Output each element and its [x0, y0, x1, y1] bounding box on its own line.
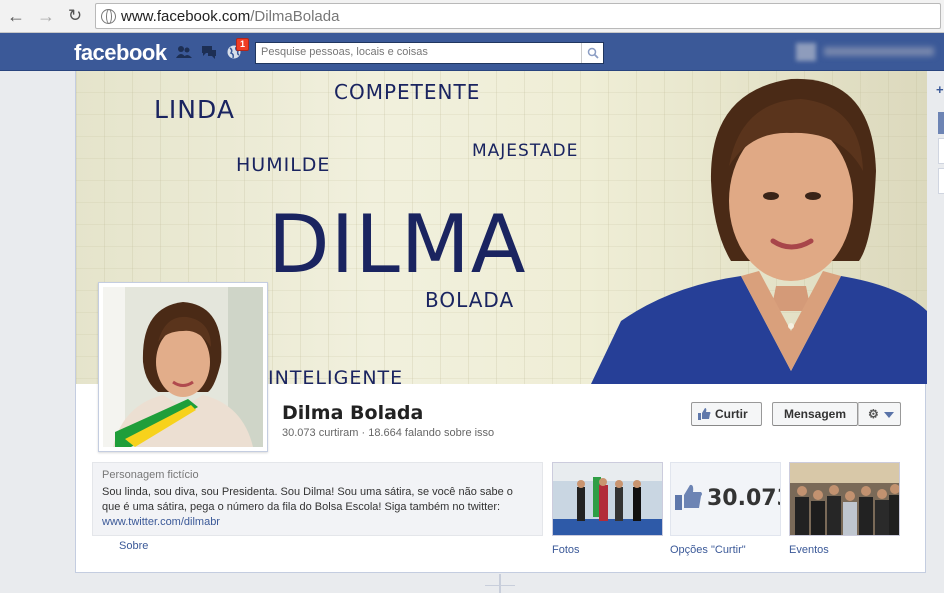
about-box: Personagem fictício Sou linda, sou diva,…: [92, 462, 543, 536]
photos-tile[interactable]: [552, 462, 663, 536]
cover-word-majestade: MAJESTADE: [472, 141, 579, 161]
profile-picture[interactable]: [98, 282, 268, 452]
search-input[interactable]: [261, 46, 581, 58]
search-button[interactable]: [581, 43, 603, 63]
page-stats: 30.073 curtiram · 18.664 falando sobre i…: [282, 427, 495, 439]
gear-icon: ⚙: [868, 407, 879, 421]
thumbs-up-icon: [698, 408, 711, 420]
thumbs-up-icon: [675, 484, 702, 510]
cover-word-linda: LINDA: [154, 95, 235, 124]
cover-word-bolada: BOLADA: [425, 288, 515, 312]
likes-tile[interactable]: 30.073: [670, 462, 781, 536]
browser-toolbar: ← → ↻ www.facebook.com/DilmaBolada: [0, 0, 944, 33]
about-description: Sou linda, sou diva, sou Presidenta. Sou…: [102, 486, 513, 513]
events-thumbnail: [790, 463, 899, 535]
like-button[interactable]: Curtir: [691, 402, 762, 426]
cover-portrait-image: [591, 78, 927, 384]
page-timeline: LINDA COMPETENTE HUMILDE MAJESTADE DILMA…: [75, 71, 927, 573]
avatar: [796, 43, 816, 61]
chevron-down-icon: [884, 412, 894, 418]
photos-thumbnail: [553, 463, 662, 535]
user-name-blurred: [824, 47, 934, 56]
notification-badge[interactable]: 1: [236, 38, 250, 51]
url-text: www.facebook.com/DilmaBolada: [121, 8, 339, 25]
cover-word-humilde: HUMILDE: [236, 154, 331, 176]
like-button-label: Curtir: [715, 407, 748, 421]
profile-photo-image: [103, 287, 263, 447]
url-domain: www.facebook.com: [121, 8, 251, 25]
facebook-logo[interactable]: facebook: [74, 40, 167, 66]
url-path: /DilmaBolada: [250, 8, 340, 25]
search-box: [255, 42, 604, 64]
reload-icon[interactable]: ↻: [65, 6, 85, 26]
back-arrow-icon[interactable]: ←: [6, 6, 26, 26]
cover-word-inteligente: INTELIGENTE: [268, 367, 404, 384]
facebook-header: facebook 1: [0, 33, 944, 71]
message-button[interactable]: Mensagem: [772, 402, 858, 426]
sidebar-tab-active[interactable]: [938, 112, 944, 134]
cover-word-dilma: DILMA: [268, 198, 527, 291]
cover-word-competente: COMPETENTE: [334, 80, 481, 104]
address-bar[interactable]: www.facebook.com/DilmaBolada: [95, 3, 941, 29]
sidebar-tab[interactable]: [938, 138, 944, 164]
settings-dropdown-button[interactable]: ⚙: [858, 402, 901, 426]
add-icon[interactable]: +: [936, 82, 944, 97]
events-tile[interactable]: [789, 462, 900, 536]
likes-options-label[interactable]: Opções "Curtir": [670, 544, 746, 556]
timeline-spine: [499, 574, 501, 593]
sidebar-tab[interactable]: [938, 168, 944, 194]
right-sidebar-edge: +: [936, 82, 944, 212]
messages-icon[interactable]: [201, 45, 217, 59]
forward-arrow-icon[interactable]: →: [36, 6, 56, 26]
page-category: Personagem fictício: [102, 469, 199, 481]
search-icon: [587, 47, 599, 59]
globe-icon: [101, 9, 116, 24]
twitter-link[interactable]: www.twitter.com/dilmabr: [102, 515, 533, 530]
likes-count: 30.073: [707, 486, 780, 511]
user-profile-link[interactable]: [796, 43, 942, 61]
about-link[interactable]: Sobre: [119, 540, 148, 552]
friend-requests-icon[interactable]: [176, 45, 192, 59]
photos-label[interactable]: Fotos: [552, 544, 580, 556]
page-title: Dilma Bolada: [282, 402, 424, 424]
timeline-spine-bar: [485, 585, 515, 586]
events-label[interactable]: Eventos: [789, 544, 829, 556]
